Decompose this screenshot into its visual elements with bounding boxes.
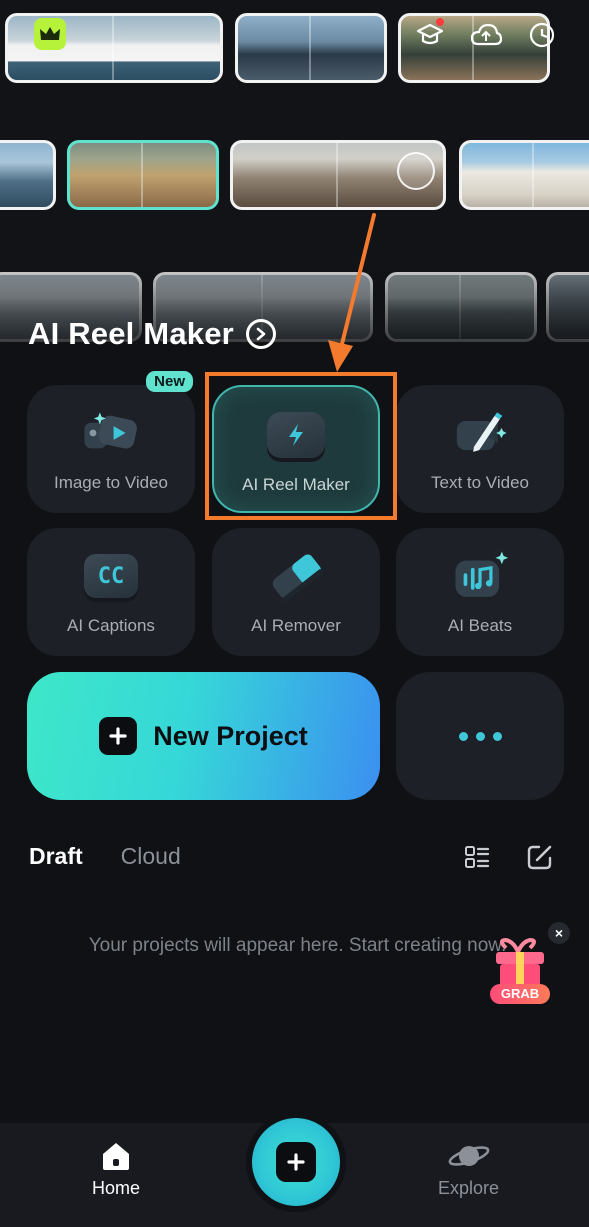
eraser-icon: [266, 550, 326, 602]
tool-label: AI Remover: [251, 616, 341, 635]
music-beats-icon: [450, 550, 510, 602]
thumbnail-beach: [67, 140, 219, 210]
more-button[interactable]: [396, 672, 564, 800]
cloud-icon[interactable]: [469, 18, 503, 52]
tool-text-to-video[interactable]: Text to Video: [396, 385, 564, 513]
selection-circle: [397, 152, 435, 190]
section-title-text: AI Reel Maker: [28, 316, 234, 351]
close-icon[interactable]: ×: [548, 922, 570, 944]
list-view-icon[interactable]: [463, 844, 491, 872]
nav-explore-label: Explore: [438, 1178, 500, 1198]
tool-label: AI Captions: [67, 616, 155, 635]
plus-icon: [276, 1142, 316, 1182]
tool-image-to-video[interactable]: New Image to Video: [27, 371, 195, 513]
planet-icon: [448, 1146, 489, 1166]
empty-state-text: Your projects will appear here. Start cr…: [88, 935, 507, 956]
new-project-label: New Project: [153, 720, 308, 751]
cc-icon-text: CC: [97, 563, 125, 589]
header-icons: [413, 18, 559, 52]
plus-icon: [99, 717, 138, 755]
tab-draft[interactable]: Draft: [29, 843, 83, 870]
notification-dot: [436, 18, 444, 26]
chevron-right-icon: [245, 319, 276, 349]
tab-cloud[interactable]: Cloud: [121, 843, 181, 870]
tool-label: Image to Video: [53, 473, 169, 492]
create-fab-button[interactable]: [252, 1118, 340, 1206]
edit-icon[interactable]: [526, 843, 554, 871]
project-tabs: Draft Cloud: [29, 843, 181, 870]
cc-icon: CC: [81, 550, 141, 602]
graduation-cap-icon[interactable]: [413, 18, 447, 52]
more-dots-icon: [458, 731, 468, 741]
thumbnail-city: [235, 13, 387, 83]
nav-home[interactable]: Home: [92, 1140, 140, 1199]
highlight-box: [205, 372, 397, 520]
tool-label: AI Beats: [447, 616, 513, 635]
thumbnail-houses: [459, 140, 589, 210]
home-icon: [103, 1143, 129, 1170]
tool-ai-beats[interactable]: AI Beats: [396, 528, 564, 656]
section-title[interactable]: AI Reel Maker: [28, 316, 276, 352]
nav-explore[interactable]: Explore: [438, 1140, 499, 1199]
pencil-video-icon: [450, 407, 510, 459]
grab-label: GRAB: [490, 984, 550, 1004]
new-project-button[interactable]: New Project: [27, 672, 380, 800]
tool-ai-remover[interactable]: AI Remover: [212, 528, 380, 656]
nav-home-label: Home: [92, 1178, 141, 1198]
tool-label: Text to Video: [431, 473, 529, 492]
clock-icon[interactable]: [525, 18, 559, 52]
tool-ai-captions[interactable]: CC AI Captions: [27, 528, 195, 656]
app-screen: AI Reel Maker New Image to Video AI Reel…: [0, 0, 589, 1227]
thumbnail-tower: [0, 140, 56, 210]
new-badge: New: [146, 371, 193, 392]
crown-icon[interactable]: [34, 18, 66, 50]
image-video-icon: [81, 407, 141, 459]
hero-collage: [0, 0, 589, 360]
